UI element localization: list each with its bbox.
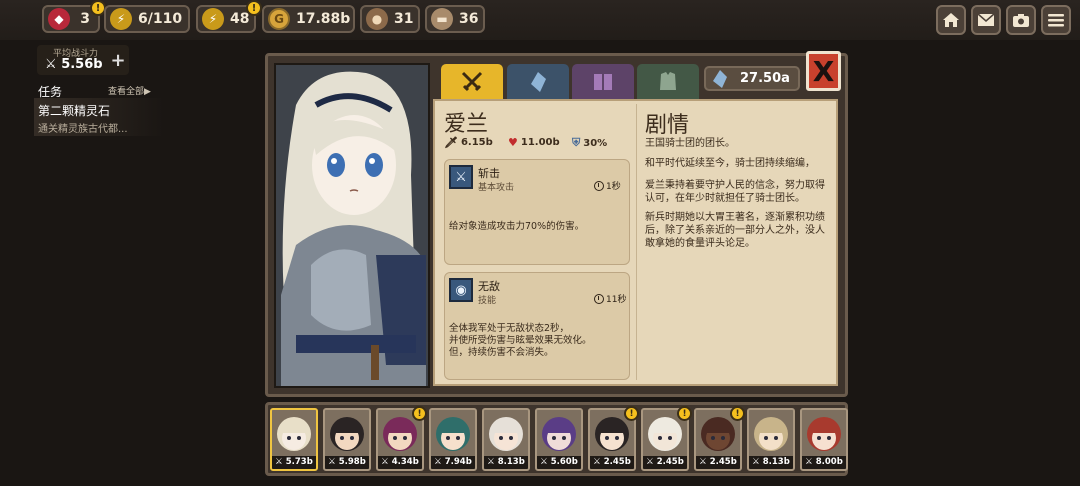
mail-icon	[977, 13, 995, 26]
skill-type: 基本攻击	[478, 183, 515, 193]
skill-desc: 给对象造成攻击力70%的伤害。	[449, 221, 585, 232]
hero-power: ⚔ 7.94b	[431, 456, 475, 469]
hero-power: ⚔ 5.98b	[325, 456, 369, 469]
hero-portrait	[431, 410, 475, 456]
crystal-currency-icon	[710, 69, 730, 89]
menu-button[interactable]	[1041, 5, 1071, 35]
hero-power: ⚔ 8.13b	[749, 456, 793, 469]
hero-alert-icon: !	[624, 406, 639, 421]
hero-card[interactable]: ⚔ 8.13b	[747, 408, 795, 471]
character-name: 爱兰	[444, 112, 489, 137]
close-button[interactable]: X	[806, 51, 841, 91]
sword-icon	[461, 71, 483, 91]
hero-card[interactable]: ⚔ 5.98b	[323, 408, 371, 471]
skill-cooldown: 1秒	[594, 179, 621, 192]
hero-portrait	[802, 410, 846, 456]
home-icon	[943, 13, 959, 27]
tab-armor[interactable]	[637, 64, 699, 99]
wood-icon: ▬	[431, 8, 453, 30]
ore-icon: ●	[366, 8, 388, 30]
invincible-skill-icon: ◉	[449, 278, 473, 302]
attack-sword-icon: 🗡	[444, 136, 458, 149]
hero-card[interactable]: ⚔ 5.60b	[535, 408, 583, 471]
hero-power: ⚔ 2.45b	[696, 456, 740, 469]
close-icon: X	[812, 54, 835, 88]
divider	[636, 104, 637, 380]
character-portrait	[274, 63, 430, 388]
hero-power: ⚔ 8.13b	[484, 456, 528, 469]
skill-type: 技能	[478, 296, 497, 306]
power-sword-icon: ⚔	[45, 57, 57, 72]
book-icon	[594, 73, 612, 90]
tab-crystal[interactable]	[507, 64, 569, 99]
power-plus-button[interactable]: +	[108, 52, 128, 72]
energy-counter[interactable]: ⚡ 6/110	[104, 5, 190, 33]
hero-power: ⚔ 5.73b	[272, 456, 316, 469]
camera-icon	[1013, 13, 1029, 27]
clock-icon	[594, 293, 604, 304]
hero-portrait	[325, 410, 369, 456]
tab-skills[interactable]	[441, 64, 503, 99]
story-paragraph: 爱兰秉持着要守护人民的信念，努力取得认可，在年少时就担任了骑士团长。	[645, 180, 825, 204]
skill-name: 斩击	[478, 167, 500, 180]
hero-card[interactable]: ⚔ 7.94b	[429, 408, 477, 471]
hero-power: ⚔ 5.60b	[537, 456, 581, 469]
crystal-icon	[531, 71, 546, 92]
hero-power: ⚔ 4.34b	[378, 456, 422, 469]
crystal-currency[interactable]: 27.50a	[704, 66, 800, 91]
menu-icon	[1048, 14, 1064, 27]
attack-stat: 🗡 6.15b	[444, 136, 493, 149]
hero-card[interactable]: ⚔ 8.00b	[800, 408, 848, 471]
ore-counter[interactable]: ● 31	[360, 5, 420, 33]
story-paragraph: 和平时代延续至今，骑士团持续缩编，	[645, 158, 815, 169]
tab-book[interactable]	[572, 64, 634, 99]
defense-stat: ⛨ 30%	[572, 136, 608, 149]
hero-power: ⚔ 2.45b	[643, 456, 687, 469]
camera-button[interactable]	[1006, 5, 1036, 35]
armor-icon	[660, 71, 676, 90]
hero-alert-icon: !	[412, 406, 427, 421]
skill-desc: 全体我军处于无敌状态2秒， 并使所受伤害与眩晕效果无效化。 但，持续伤害不会消失…	[449, 323, 592, 358]
hero-alert-icon: !	[730, 406, 745, 421]
hero-portrait	[749, 410, 793, 456]
hero-power: ⚔ 2.45b	[590, 456, 634, 469]
hero-card[interactable]: ⚔ 8.13b	[482, 408, 530, 471]
heart-icon: ♥	[508, 136, 518, 149]
shield-icon: ⛨	[572, 136, 581, 149]
skill-cooldown: 11秒	[594, 292, 626, 305]
hp-stat: ♥ 11.00b	[508, 136, 560, 149]
wood-counter[interactable]: ▬ 36	[425, 5, 485, 33]
hero-alert-icon: !	[677, 406, 692, 421]
hero-card[interactable]: ⚔ 5.73b	[270, 408, 318, 471]
hero-portrait	[484, 410, 528, 456]
hero-portrait	[272, 410, 316, 456]
story-paragraph: 新兵时期她以大胃王著名，逐渐累积功绩后，除了关系亲近的一部分人之外，没人敢拿她的…	[645, 212, 825, 249]
story-title: 剧情	[645, 113, 690, 138]
coin-icon: G	[268, 8, 290, 30]
lightning-plus-icon: ⚡	[202, 8, 224, 30]
quest-view-all-link[interactable]: 查看全部▶	[108, 84, 151, 97]
home-button[interactable]	[936, 5, 966, 35]
gold-counter[interactable]: G 17.88b	[262, 5, 355, 33]
energy-alert-icon: !	[246, 0, 262, 16]
gem-icon: ◆	[48, 8, 70, 30]
lightning-icon: ⚡	[110, 8, 132, 30]
average-power-value: 5.56b	[61, 57, 103, 72]
hero-power: ⚔ 8.00b	[802, 456, 846, 469]
mail-button[interactable]	[971, 5, 1001, 35]
skill-name: 无敌	[478, 280, 500, 293]
slash-skill-icon: ⚔	[449, 165, 473, 189]
clock-icon	[594, 180, 604, 191]
quest-name: 第二颗精灵石	[38, 104, 111, 118]
story-paragraph: 王国骑士团的团长。	[645, 138, 735, 149]
quest-desc: 通关精灵族古代都...	[38, 124, 128, 135]
hero-portrait	[537, 410, 581, 456]
